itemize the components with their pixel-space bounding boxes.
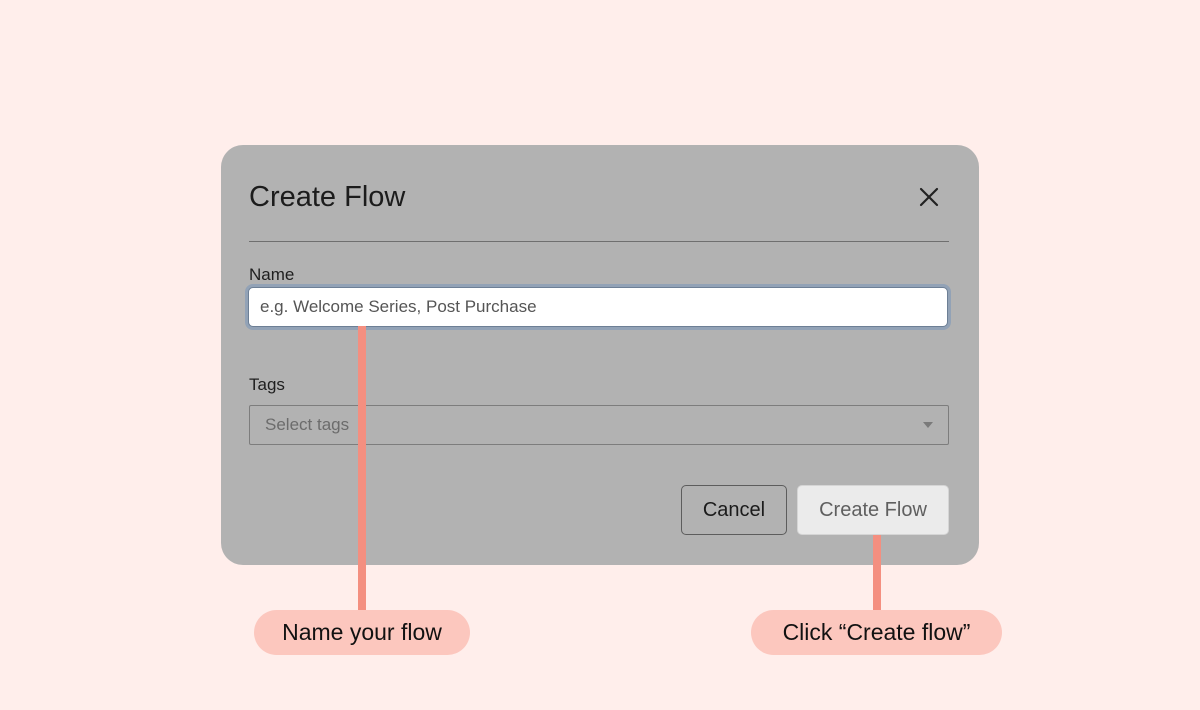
callout-name-your-flow: Name your flow: [254, 610, 470, 655]
header-divider: [249, 241, 949, 242]
cancel-button[interactable]: Cancel: [681, 485, 787, 535]
callout-connector-name: [358, 326, 366, 611]
modal-title: Create Flow: [249, 181, 406, 213]
name-input[interactable]: [248, 287, 948, 327]
callout-click-create-flow: Click “Create flow”: [751, 610, 1002, 655]
tags-select[interactable]: Select tags: [249, 405, 949, 445]
tags-label: Tags: [249, 375, 285, 394]
create-flow-modal: Create Flow Name Tags Select tags Cancel…: [221, 145, 979, 565]
callout-connector-create: [873, 535, 881, 611]
name-label: Name: [249, 265, 295, 284]
create-flow-button[interactable]: Create Flow: [797, 485, 949, 535]
close-button[interactable]: [911, 179, 947, 215]
chevron-down-icon: [923, 422, 933, 428]
close-icon: [919, 187, 939, 207]
